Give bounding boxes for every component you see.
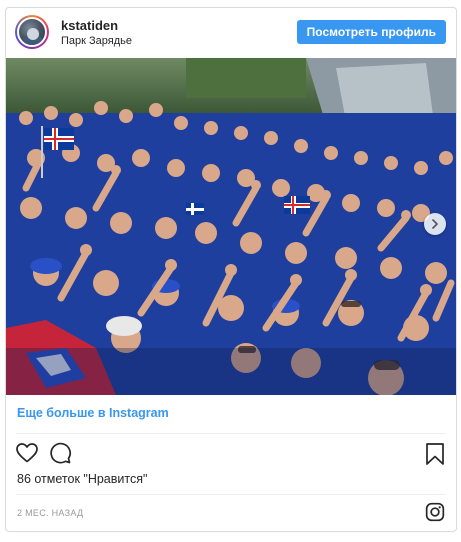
username[interactable]: kstatiden (61, 18, 118, 33)
divider (16, 433, 446, 434)
bookmark-icon[interactable] (425, 442, 445, 466)
carousel-next-button[interactable] (424, 213, 446, 235)
heart-icon[interactable] (15, 441, 39, 465)
location[interactable]: Парк Зарядье (61, 35, 132, 47)
chevron-right-icon (432, 219, 438, 229)
instagram-icon[interactable] (425, 502, 445, 522)
instagram-embed-card: kstatiden Парк Зарядье Посмотреть профил… (5, 7, 457, 532)
likes-count[interactable]: 86 отметок "Нравится" (17, 472, 147, 486)
avatar[interactable] (15, 15, 49, 49)
crowd-photo-illustration (6, 58, 456, 395)
view-profile-button[interactable]: Посмотреть профиль (296, 20, 446, 44)
post-photo[interactable] (6, 58, 456, 395)
post-header: kstatiden Парк Зарядье Посмотреть профил… (6, 8, 456, 58)
more-on-instagram-link[interactable]: Еще больше в Instagram (17, 406, 169, 420)
post-timestamp[interactable]: 2 МЕС. НАЗАД (17, 508, 83, 518)
comment-icon[interactable] (48, 441, 72, 465)
divider (16, 494, 446, 495)
post-actions (6, 441, 456, 469)
avatar-image (17, 17, 47, 47)
